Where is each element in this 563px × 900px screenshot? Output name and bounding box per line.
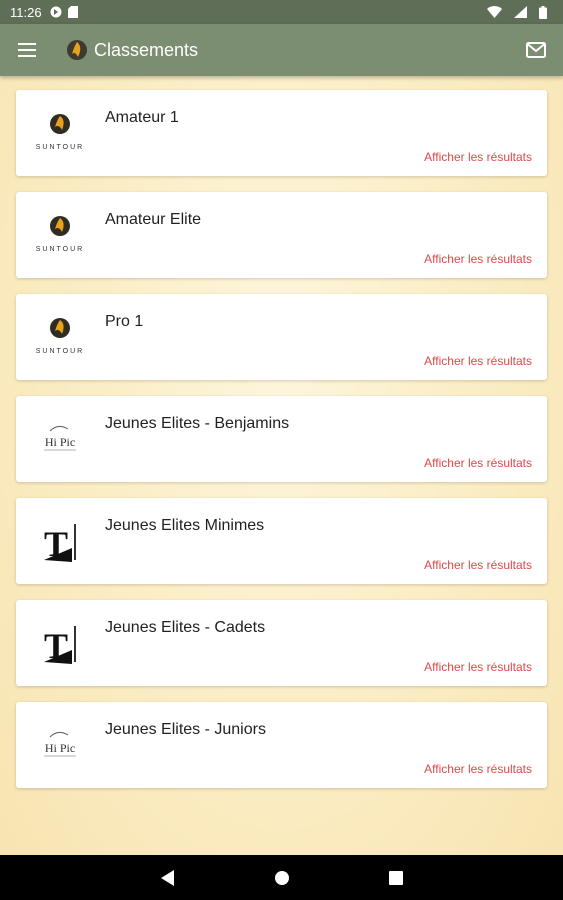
back-icon[interactable] — [156, 866, 180, 890]
app-notification-icon — [50, 6, 62, 18]
suntour-logo-text: SUNTOUR — [36, 348, 84, 355]
wifi-icon — [487, 6, 502, 18]
ranking-card[interactable]: SUNTOUR Amateur 1 Afficher les résultats — [16, 90, 547, 176]
show-results-link[interactable]: Afficher les résultats — [424, 150, 532, 164]
status-time: 11:26 — [10, 4, 42, 20]
mail-icon[interactable] — [525, 39, 547, 61]
recents-icon[interactable] — [384, 866, 408, 890]
show-results-link[interactable]: Afficher les résultats — [424, 252, 532, 266]
home-icon[interactable] — [270, 866, 294, 890]
sd-card-icon — [67, 6, 78, 18]
suntour-logo: SUNTOUR — [32, 312, 88, 362]
hipic-logo-text: Hi Pic — [45, 435, 75, 449]
hipic-logo: Hi Pic — [32, 414, 88, 464]
suntour-logo-text: SUNTOUR — [36, 246, 84, 253]
ranking-card[interactable]: Hi Pic Jeunes Elites - Juniors Afficher … — [16, 702, 547, 788]
show-results-link[interactable]: Afficher les résultats — [424, 660, 532, 674]
hipic-logo: Hi Pic — [32, 720, 88, 770]
ranking-card[interactable]: SUNTOUR Pro 1 Afficher les résultats — [16, 294, 547, 380]
battery-icon — [539, 5, 547, 19]
suntour-logo-text: SUNTOUR — [36, 144, 84, 151]
ranking-name: Jeunes Elites - Cadets — [105, 619, 266, 636]
ranking-card[interactable]: Hi Pic Jeunes Elites - Benjamins Affiche… — [16, 396, 547, 482]
t-logo: T — [32, 618, 88, 668]
ranking-name: Amateur Elite — [105, 211, 202, 228]
system-nav-bar — [0, 855, 563, 900]
ranking-card[interactable]: SUNTOUR Amateur Elite Afficher les résul… — [16, 192, 547, 278]
rankings-list: SUNTOUR Amateur 1 Afficher les résultats… — [16, 90, 547, 804]
show-results-link[interactable]: Afficher les résultats — [424, 558, 532, 572]
ranking-name: Jeunes Elites - Juniors — [105, 721, 266, 738]
ranking-name: Amateur 1 — [105, 109, 179, 126]
page-title: Classements — [94, 39, 199, 60]
status-icons — [487, 5, 553, 19]
suntour-logo: SUNTOUR — [32, 108, 88, 158]
ranking-card[interactable]: T Jeunes Elites - Cadets Afficher les ré… — [16, 600, 547, 686]
show-results-link[interactable]: Afficher les résultats — [424, 456, 532, 470]
ranking-name: Pro 1 — [105, 313, 144, 330]
suntour-logo: SUNTOUR — [32, 210, 88, 260]
app-logo-icon — [66, 39, 88, 61]
app-bar: Classements — [0, 24, 563, 76]
status-bar: 11:26 — [0, 0, 563, 24]
ranking-card[interactable]: T Jeunes Elites Minimes Afficher les rés… — [16, 498, 547, 584]
signal-icon — [514, 6, 527, 18]
show-results-link[interactable]: Afficher les résultats — [424, 354, 532, 368]
ranking-name: Jeunes Elites - Benjamins — [105, 415, 290, 432]
ranking-name: Jeunes Elites Minimes — [105, 517, 265, 534]
t-logo: T — [32, 516, 88, 566]
menu-icon[interactable] — [16, 39, 38, 61]
show-results-link[interactable]: Afficher les résultats — [424, 762, 532, 776]
hipic-logo-text: Hi Pic — [45, 741, 75, 755]
